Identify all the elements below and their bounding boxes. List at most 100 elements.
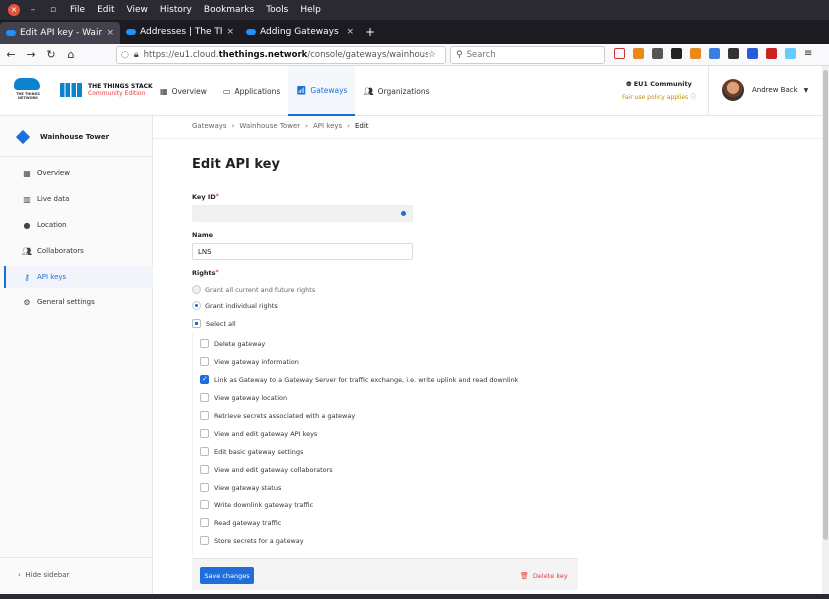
tab-label: Addresses | The Things St (140, 27, 222, 37)
pocket-icon[interactable] (614, 48, 625, 59)
right-write-downlink[interactable]: Write downlink gateway traffic (200, 500, 313, 509)
right-label: View gateway location (214, 393, 288, 402)
sidebar-item-label: General settings (37, 298, 95, 306)
nav-gateways[interactable]: 📶︎ Gateways (288, 66, 356, 116)
scrollbar-thumb[interactable] (823, 70, 828, 540)
hide-sidebar-button[interactable]: ‹ Hide sidebar (18, 571, 69, 579)
name-field[interactable]: LNS (192, 243, 413, 260)
help-icon[interactable]: ⓘ (690, 94, 696, 101)
main-nav: ▦ Overview ▭ Applications 📶︎ Gateways 👥︎… (152, 66, 437, 116)
right-label: View and edit gateway collaborators (214, 465, 333, 474)
right-api-keys[interactable]: View and edit gateway API keys (200, 429, 317, 438)
menu-history[interactable]: History (160, 5, 192, 15)
menu-tools[interactable]: Tools (266, 5, 288, 15)
right-label: View and edit gateway API keys (214, 429, 318, 438)
ublock-icon[interactable] (766, 48, 777, 59)
checkbox-icon (200, 465, 209, 474)
sidebar-divider (0, 557, 153, 558)
checkbox-icon (200, 357, 209, 366)
tab-close-icon[interactable]: × (106, 28, 114, 38)
search-bar[interactable]: ⚲ (450, 46, 605, 64)
ttn-logo[interactable]: THE THINGS NETWORK (14, 78, 42, 104)
tts-favicon-icon (246, 29, 256, 35)
key-id-field[interactable] (192, 205, 413, 222)
menu-icon[interactable]: ≡ (804, 48, 815, 59)
extension-icon[interactable] (709, 48, 720, 59)
sidebar-item-overview[interactable]: ▦ Overview (4, 162, 153, 184)
user-menu[interactable]: Andrew Back ▼ (722, 79, 808, 101)
right-edit-basic-settings[interactable]: Edit basic gateway settings (200, 447, 303, 456)
right-view-gateway-info[interactable]: View gateway information (200, 357, 299, 366)
back-icon[interactable]: ← (2, 48, 20, 61)
reload-icon[interactable]: ↻ (42, 48, 60, 61)
right-collaborators[interactable]: View and edit gateway collaborators (200, 465, 333, 474)
menu-file[interactable]: File (70, 5, 85, 15)
lock-icon[interactable]: 🔒︎ (134, 50, 139, 60)
right-store-secrets[interactable]: Store secrets for a gateway (200, 536, 304, 545)
extension-icon[interactable] (728, 48, 739, 59)
grant-individual-radio[interactable]: Grant individual rights (192, 301, 278, 310)
sidebar-item-general-settings[interactable]: ⚙ General settings (4, 291, 153, 313)
sidebar-item-live-data[interactable]: ▥ Live data (4, 188, 153, 210)
browser-tab-adding-gateways[interactable]: Adding Gateways | The Th × (240, 20, 360, 44)
right-delete-gateway[interactable]: Delete gateway (200, 339, 265, 348)
home-icon[interactable]: ⌂ (62, 48, 80, 61)
forward-icon[interactable]: → (22, 48, 40, 61)
breadcrumb-gateway[interactable]: Wainhouse Tower (239, 122, 300, 130)
menu-edit[interactable]: Edit (97, 5, 114, 15)
right-read-traffic[interactable]: Read gateway traffic (200, 518, 281, 527)
pin-icon: ● (23, 220, 31, 230)
window-close-icon[interactable]: × (8, 4, 20, 16)
breadcrumb-api-keys[interactable]: API keys (313, 122, 342, 130)
sidebar-item-location[interactable]: ● Location (4, 214, 153, 236)
right-retrieve-secrets[interactable]: Retrieve secrets associated with a gatew… (200, 411, 355, 420)
right-view-location[interactable]: View gateway location (200, 393, 287, 402)
menu-help[interactable]: Help (300, 5, 321, 15)
tab-bar: Edit API key - Wainhouse × Addresses | T… (0, 20, 829, 44)
extension-icon[interactable] (671, 48, 682, 59)
browser-tab-addresses[interactable]: Addresses | The Things St × (120, 20, 240, 44)
breadcrumb-gateways[interactable]: Gateways (192, 122, 227, 130)
tts-logo-icon (60, 83, 82, 97)
nav-organizations[interactable]: 👥︎ Organizations (355, 66, 437, 116)
shield-icon[interactable]: ◌ (121, 50, 129, 60)
url-bar[interactable]: ◌ 🔒︎ https://eu1.cloud.thethings.network… (116, 46, 446, 64)
ttn-logo-text: THE THINGS NETWORK (16, 92, 40, 100)
checkbox-icon (200, 447, 209, 456)
page-scrollbar[interactable] (822, 66, 829, 594)
tts-logo[interactable]: THE THINGS STACK Community Edition (60, 83, 153, 97)
search-input[interactable] (466, 50, 587, 60)
extension-icon[interactable] (652, 48, 663, 59)
right-link-gateway[interactable]: Link as Gateway to a Gateway Server for … (200, 375, 518, 384)
nav-overview[interactable]: ▦ Overview (152, 66, 215, 116)
delete-key-button[interactable]: 🗑︎ Delete key (520, 567, 568, 584)
sidebar-item-api-keys[interactable]: ⚷ API keys (4, 266, 153, 288)
metamask-icon[interactable] (690, 48, 701, 59)
checkbox-icon (200, 411, 209, 420)
url-text[interactable]: https://eu1.cloud.thethings.network/cons… (144, 50, 428, 60)
sidebar: Wainhouse Tower ▦ Overview ▥ Live data ●… (0, 116, 153, 594)
select-all-checkbox[interactable]: Select all (192, 319, 236, 328)
browser-tab-edit-api-key[interactable]: Edit API key - Wainhouse × (0, 22, 120, 44)
download-icon[interactable] (633, 48, 644, 59)
checkbox-icon (200, 393, 209, 402)
tab-close-icon[interactable]: × (226, 27, 234, 37)
save-changes-button[interactable]: Save changes (200, 567, 254, 584)
sidebar-item-collaborators[interactable]: 👥︎ Collaborators (4, 240, 153, 262)
extension-icon[interactable] (747, 48, 758, 59)
chevron-right-icon: › (347, 122, 350, 130)
fair-use-link[interactable]: Fair use policy applies (622, 94, 688, 101)
extension-icon[interactable] (785, 48, 796, 59)
new-tab-button[interactable]: + (360, 20, 380, 44)
bookmark-star-icon[interactable]: ☆ (428, 50, 436, 60)
tab-close-icon[interactable]: × (346, 27, 354, 37)
menu-view[interactable]: View (127, 5, 148, 15)
window-maximize-icon[interactable]: ▫ (46, 5, 60, 15)
nav-applications[interactable]: ▭ Applications (215, 66, 288, 116)
window-bottom-edge (0, 594, 829, 599)
sidebar-item-label: Collaborators (37, 247, 84, 255)
right-view-status[interactable]: View gateway status (200, 483, 281, 492)
grant-all-radio[interactable]: Grant all current and future rights (192, 285, 315, 294)
menu-bookmarks[interactable]: Bookmarks (204, 5, 254, 15)
window-minimize-icon[interactable]: – (26, 5, 40, 15)
